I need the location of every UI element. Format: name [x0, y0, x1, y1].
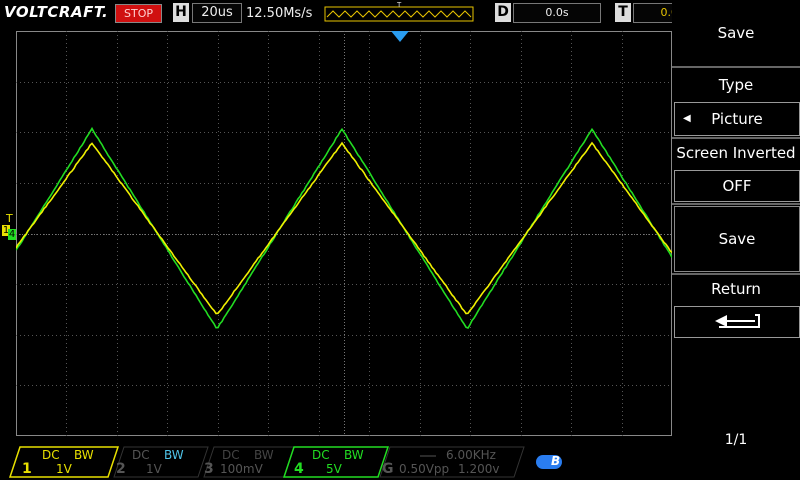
generator-waveform-icon [420, 454, 436, 458]
delay-label: D [495, 3, 511, 22]
channel-1-bw: BW [74, 449, 94, 462]
graticule [16, 31, 672, 436]
brand-logo: VOLTCRAFT. [4, 3, 108, 21]
menu-title: Save [672, 24, 800, 42]
generator-offset: 1.200v [458, 463, 499, 476]
menu-page-indicator: 1/1 [672, 432, 800, 448]
delay-value[interactable]: 0.0s [513, 3, 601, 23]
status-bar: VOLTCRAFT. STOP H 20us 12.50Ms/s T D 0.0… [0, 0, 672, 26]
channel-4-bw: BW [344, 449, 364, 462]
channel-1-scale: 1V [56, 463, 72, 476]
ch4-ground-marker[interactable]: 4 [8, 229, 16, 240]
return-label: Return [672, 280, 800, 298]
trigger-level-marker[interactable]: T [6, 212, 13, 225]
return-button[interactable] [674, 306, 800, 338]
left-arrow-icon: ◀ [683, 103, 691, 135]
trigger-position-marker[interactable] [391, 31, 409, 43]
channel-3-coupling: DC [222, 449, 240, 462]
screen-inverted-toggle[interactable]: OFF [674, 170, 800, 202]
channel-4-scale: 5V [326, 463, 342, 476]
generator-status[interactable]: G 6.00KHz 0.50Vpp 1.200v [378, 446, 526, 478]
channel-4-coupling: DC [312, 449, 330, 462]
channel-2-status[interactable]: 2 DC BW 1V [112, 446, 208, 478]
run-stop-indicator[interactable]: STOP [115, 4, 162, 23]
save-button[interactable]: Save [674, 206, 800, 272]
menu-divider [672, 273, 800, 275]
memory-trigger-marker: T [396, 2, 402, 9]
channel-4-number: 4 [294, 461, 304, 477]
generator-amplitude: 0.50Vpp [399, 463, 449, 476]
type-value: Picture [711, 110, 763, 128]
channel-3-bw: BW [254, 449, 274, 462]
channel-2-bw: BW [164, 449, 184, 462]
horizontal-label: H [173, 3, 189, 22]
channel-3-scale: 100mV [220, 463, 263, 476]
menu-divider [672, 66, 800, 68]
channel-2-scale: 1V [146, 463, 162, 476]
channel-1-status[interactable]: 1 DC BW 1V [8, 446, 118, 478]
channel-1-coupling: DC [42, 449, 60, 462]
graticule-border [17, 32, 672, 436]
menu-divider [672, 203, 800, 205]
generator-frequency: 6.00KHz [446, 449, 496, 462]
type-label: Type [672, 76, 800, 94]
softkey-menu: Save Type ◀ Picture Screen Inverted OFF … [672, 0, 800, 480]
channel-bar: 1 DC BW 1V 2 DC BW 1V 3 DC BW 100mV 4 DC… [0, 444, 672, 480]
generator-label: G [382, 461, 394, 477]
menu-divider [672, 137, 800, 139]
channel-1-number: 1 [22, 461, 32, 477]
trigger-label: T [615, 3, 631, 22]
waveform-display[interactable] [16, 31, 672, 436]
channel-2-number: 2 [116, 461, 126, 477]
usb-icon: B [536, 454, 562, 470]
screen-inverted-label: Screen Inverted [672, 144, 800, 162]
channel-2-coupling: DC [132, 449, 150, 462]
return-arrow-icon [707, 311, 767, 333]
channel-4-status[interactable]: 4 DC BW 5V [282, 446, 390, 478]
channel-3-number: 3 [204, 461, 214, 477]
memory-depth-icon: T [324, 2, 474, 22]
sample-rate: 12.50Ms/s [246, 6, 312, 21]
timebase-value[interactable]: 20us [192, 3, 242, 23]
usb-icon-label: B [551, 454, 560, 468]
type-selector[interactable]: ◀ Picture [674, 102, 800, 136]
